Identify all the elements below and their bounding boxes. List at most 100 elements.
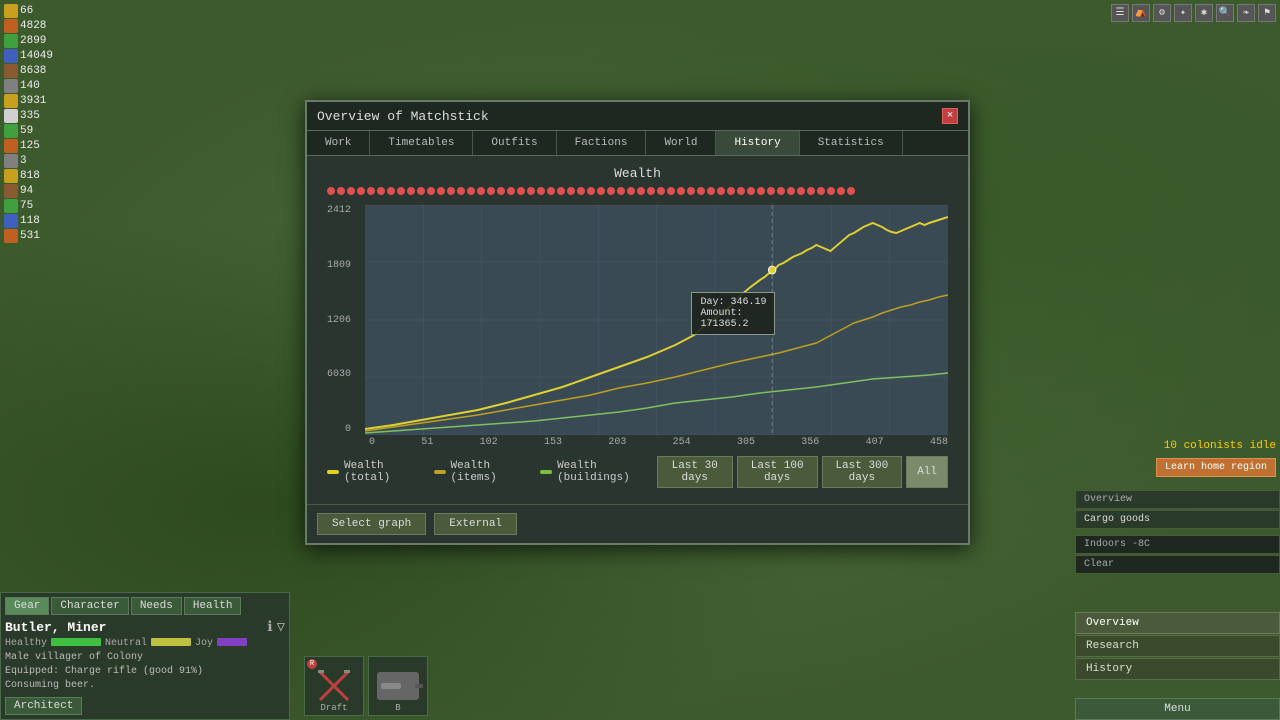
- equip-slot-draft[interactable]: R Draft: [304, 656, 364, 716]
- event-dot: [817, 187, 825, 195]
- btn-all[interactable]: All: [906, 456, 948, 488]
- draft-slot-label: Draft: [320, 703, 347, 713]
- resource-value: 3931: [20, 95, 46, 107]
- toolbar-icon-2[interactable]: ⛺: [1132, 4, 1150, 22]
- btn-last-100[interactable]: Last 100 days: [737, 456, 818, 488]
- tab-history[interactable]: History: [716, 131, 799, 155]
- equip-slot-weapon[interactable]: B: [368, 656, 428, 716]
- btn-last-300[interactable]: Last 300 days: [822, 456, 903, 488]
- tab-gear[interactable]: Gear: [5, 597, 49, 615]
- resource-item: 4828: [4, 19, 71, 33]
- crossed-swords-icon: [316, 668, 352, 704]
- event-dot: [467, 187, 475, 195]
- toolbar-icon-8[interactable]: ⚑: [1258, 4, 1276, 22]
- toolbar-icon-1[interactable]: ☰: [1111, 4, 1129, 22]
- toolbar-icon-7[interactable]: ❧: [1237, 4, 1255, 22]
- tab-timetables[interactable]: Timetables: [370, 131, 473, 155]
- toolbar-icon-3[interactable]: ⚙: [1153, 4, 1171, 22]
- event-dot: [327, 187, 335, 195]
- resource-icon: [4, 79, 18, 93]
- modal-title: Overview of Matchstick: [317, 109, 489, 124]
- resource-value: 118: [20, 215, 40, 227]
- event-dot: [447, 187, 455, 195]
- char-tabs: Gear Character Needs Health: [5, 597, 285, 615]
- event-dot: [477, 187, 485, 195]
- resource-icon: [4, 94, 18, 108]
- weapon-icon: [377, 672, 419, 700]
- external-button[interactable]: External: [434, 513, 517, 535]
- joy-bar: [217, 638, 247, 646]
- event-dot: [417, 187, 425, 195]
- char-status-bars: Healthy Neutral Joy: [5, 638, 285, 649]
- resource-icon: [4, 124, 18, 138]
- event-dot: [647, 187, 655, 195]
- right-sidebar: Overview Cargo goods Indoors -8C Clear: [1075, 490, 1280, 575]
- learn-home-button[interactable]: Learn home region: [1156, 458, 1276, 477]
- resource-value: 818: [20, 170, 40, 182]
- modal-close-button[interactable]: ×: [942, 108, 958, 124]
- event-dot: [717, 187, 725, 195]
- resource-value: 140: [20, 80, 40, 92]
- history-nav-button[interactable]: History: [1075, 658, 1280, 680]
- character-name: Butler, Miner: [5, 620, 106, 635]
- tab-needs[interactable]: Needs: [131, 597, 182, 615]
- resource-item: 2899: [4, 34, 71, 48]
- menu-button[interactable]: Menu: [1075, 698, 1280, 720]
- overview-button[interactable]: Overview: [1075, 612, 1280, 634]
- tab-outfits[interactable]: Outfits: [473, 131, 556, 155]
- event-dot: [407, 187, 415, 195]
- resource-sidebar: 66 4828 2899 14049 8638 140 3931 335 59 …: [0, 0, 75, 247]
- event-dot: [617, 187, 625, 195]
- legend-label-buildings: Wealth (buildings): [557, 460, 647, 484]
- resource-item: 140: [4, 79, 71, 93]
- toolbar-icon-6[interactable]: 🔍: [1216, 4, 1234, 22]
- btn-last-30[interactable]: Last 30 days: [657, 456, 733, 488]
- resource-value: 3: [20, 155, 27, 167]
- mood-bar: [151, 638, 191, 646]
- event-dot: [797, 187, 805, 195]
- modal-body: Wealth: [307, 156, 968, 504]
- resource-item: 818: [4, 169, 71, 183]
- event-dot: [567, 187, 575, 195]
- character-panel: Gear Character Needs Health Butler, Mine…: [0, 592, 290, 720]
- toolbar-icon-5[interactable]: ✱: [1195, 4, 1213, 22]
- resource-icon: [4, 199, 18, 213]
- char-info-text: Male villager of Colony Equipped: Charge…: [5, 651, 285, 693]
- tab-factions[interactable]: Factions: [557, 131, 647, 155]
- event-dot: [347, 187, 355, 195]
- legend-label-total: Wealth (total): [344, 460, 413, 484]
- tab-health[interactable]: Health: [184, 597, 242, 615]
- research-button[interactable]: Research: [1075, 635, 1280, 657]
- select-graph-button[interactable]: Select graph: [317, 513, 426, 535]
- event-dot: [787, 187, 795, 195]
- chart-legend: Wealth (total) Wealth (items) Wealth (bu…: [317, 454, 657, 490]
- chart-title: Wealth: [317, 166, 958, 181]
- event-dot: [507, 187, 515, 195]
- event-dot: [397, 187, 405, 195]
- event-dot: [607, 187, 615, 195]
- weather-info: Clear: [1075, 555, 1280, 574]
- health-label: Healthy: [5, 638, 47, 649]
- tab-character[interactable]: Character: [51, 597, 128, 615]
- tab-world[interactable]: World: [646, 131, 716, 155]
- weapon-slot-label: B: [395, 703, 400, 713]
- tab-statistics[interactable]: Statistics: [800, 131, 903, 155]
- event-dot: [627, 187, 635, 195]
- legend-items: Wealth (items): [434, 460, 521, 484]
- tab-work[interactable]: Work: [307, 131, 370, 155]
- resource-item: 75: [4, 199, 71, 213]
- resource-item: 118: [4, 214, 71, 228]
- resource-icon: [4, 169, 18, 183]
- chart-area: Day: 346.19 Amount: 171365.2: [365, 205, 948, 435]
- char-info-icon[interactable]: ℹ: [267, 619, 272, 636]
- toolbar-icon-4[interactable]: ✦: [1174, 4, 1192, 22]
- chart-wrapper: 2412 1809 1206 6030 0: [317, 205, 958, 435]
- colonist-idle-label: 10 colonists idle: [1164, 440, 1276, 452]
- resource-item: 125: [4, 139, 71, 153]
- resource-value: 335: [20, 110, 40, 122]
- resource-item: 94: [4, 184, 71, 198]
- event-dot: [837, 187, 845, 195]
- role-label[interactable]: Architect: [5, 697, 82, 715]
- legend-color-items: [434, 470, 446, 474]
- char-action-icon[interactable]: ▽: [277, 619, 285, 636]
